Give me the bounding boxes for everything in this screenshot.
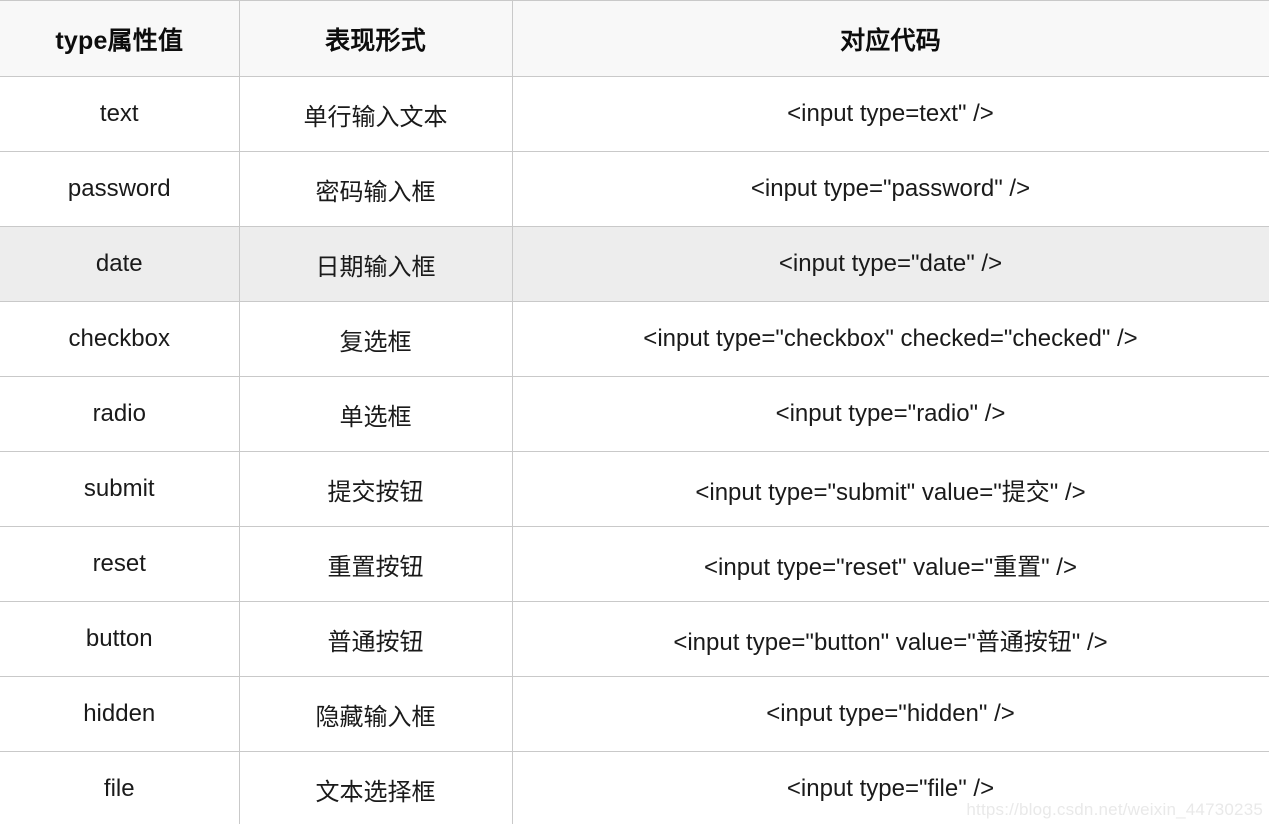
cell-code-snippet: <input type="button" value="普通按钮" /> — [512, 601, 1269, 677]
table-row: date 日期输入框 <input type="date" /> — [0, 226, 1269, 302]
cell-type-value: button — [0, 601, 240, 677]
table-row: text 单行输入文本 <input type=text" /> — [0, 76, 1269, 152]
table-row: reset 重置按钮 <input type="reset" value="重置" … — [0, 526, 1269, 602]
cell-form-description: 重置按钮 — [239, 526, 513, 602]
cell-type-value: text — [0, 76, 240, 152]
cell-code-snippet: <input type="reset" value="重置" /> — [512, 526, 1269, 602]
table-header-row: type属性值 表现形式 对应代码 — [0, 0, 1269, 77]
cell-form-description: 文本选择框 — [239, 751, 513, 824]
input-type-reference-table: type属性值 表现形式 对应代码 text 单行输入文本 <input type=… — [0, 0, 1269, 824]
input-type-reference-table-container: type属性值 表现形式 对应代码 text 单行输入文本 <input type=… — [0, 0, 1269, 824]
table-row: checkbox 复选框 <input type="checkbox" checke… — [0, 301, 1269, 377]
cell-code-snippet: <input type="password" /> — [512, 151, 1269, 227]
cell-form-description: 复选框 — [239, 301, 513, 377]
cell-type-value: checkbox — [0, 301, 240, 377]
cell-form-description: 单行输入文本 — [239, 76, 513, 152]
cell-type-value: date — [0, 226, 240, 302]
column-header-type: type属性值 — [0, 0, 240, 77]
table-row: radio 单选框 <input type="radio" /> — [0, 376, 1269, 452]
cell-form-description: 提交按钮 — [239, 451, 513, 527]
cell-form-description: 密码输入框 — [239, 151, 513, 227]
cell-form-description: 日期输入框 — [239, 226, 513, 302]
column-header-code: 对应代码 — [512, 0, 1269, 77]
cell-code-snippet: <input type="submit" value="提交" /> — [512, 451, 1269, 527]
cell-form-description: 隐藏输入框 — [239, 676, 513, 752]
table-row: password 密码输入框 <input type="password" /> — [0, 151, 1269, 227]
cell-code-snippet: <input type=text" /> — [512, 76, 1269, 152]
cell-type-value: file — [0, 751, 240, 824]
cell-type-value: submit — [0, 451, 240, 527]
table-row: file 文本选择框 <input type="file" /> — [0, 751, 1269, 824]
table-row: button 普通按钮 <input type="button" value="普通… — [0, 601, 1269, 677]
cell-type-value: radio — [0, 376, 240, 452]
cell-code-snippet: <input type="checkbox" checked="checked"… — [512, 301, 1269, 377]
cell-type-value: reset — [0, 526, 240, 602]
cell-type-value: password — [0, 151, 240, 227]
cell-form-description: 单选框 — [239, 376, 513, 452]
cell-code-snippet: <input type="file" /> — [512, 751, 1269, 824]
table-row: hidden 隐藏输入框 <input type="hidden" /> — [0, 676, 1269, 752]
cell-type-value: hidden — [0, 676, 240, 752]
cell-code-snippet: <input type="date" /> — [512, 226, 1269, 302]
table-body: text 单行输入文本 <input type=text" /> password 密码… — [0, 76, 1269, 824]
cell-form-description: 普通按钮 — [239, 601, 513, 677]
table-row: submit 提交按钮 <input type="submit" value="提交… — [0, 451, 1269, 527]
cell-code-snippet: <input type="radio" /> — [512, 376, 1269, 452]
table-header: type属性值 表现形式 对应代码 — [0, 0, 1269, 77]
cell-code-snippet: <input type="hidden" /> — [512, 676, 1269, 752]
column-header-form: 表现形式 — [239, 0, 513, 77]
